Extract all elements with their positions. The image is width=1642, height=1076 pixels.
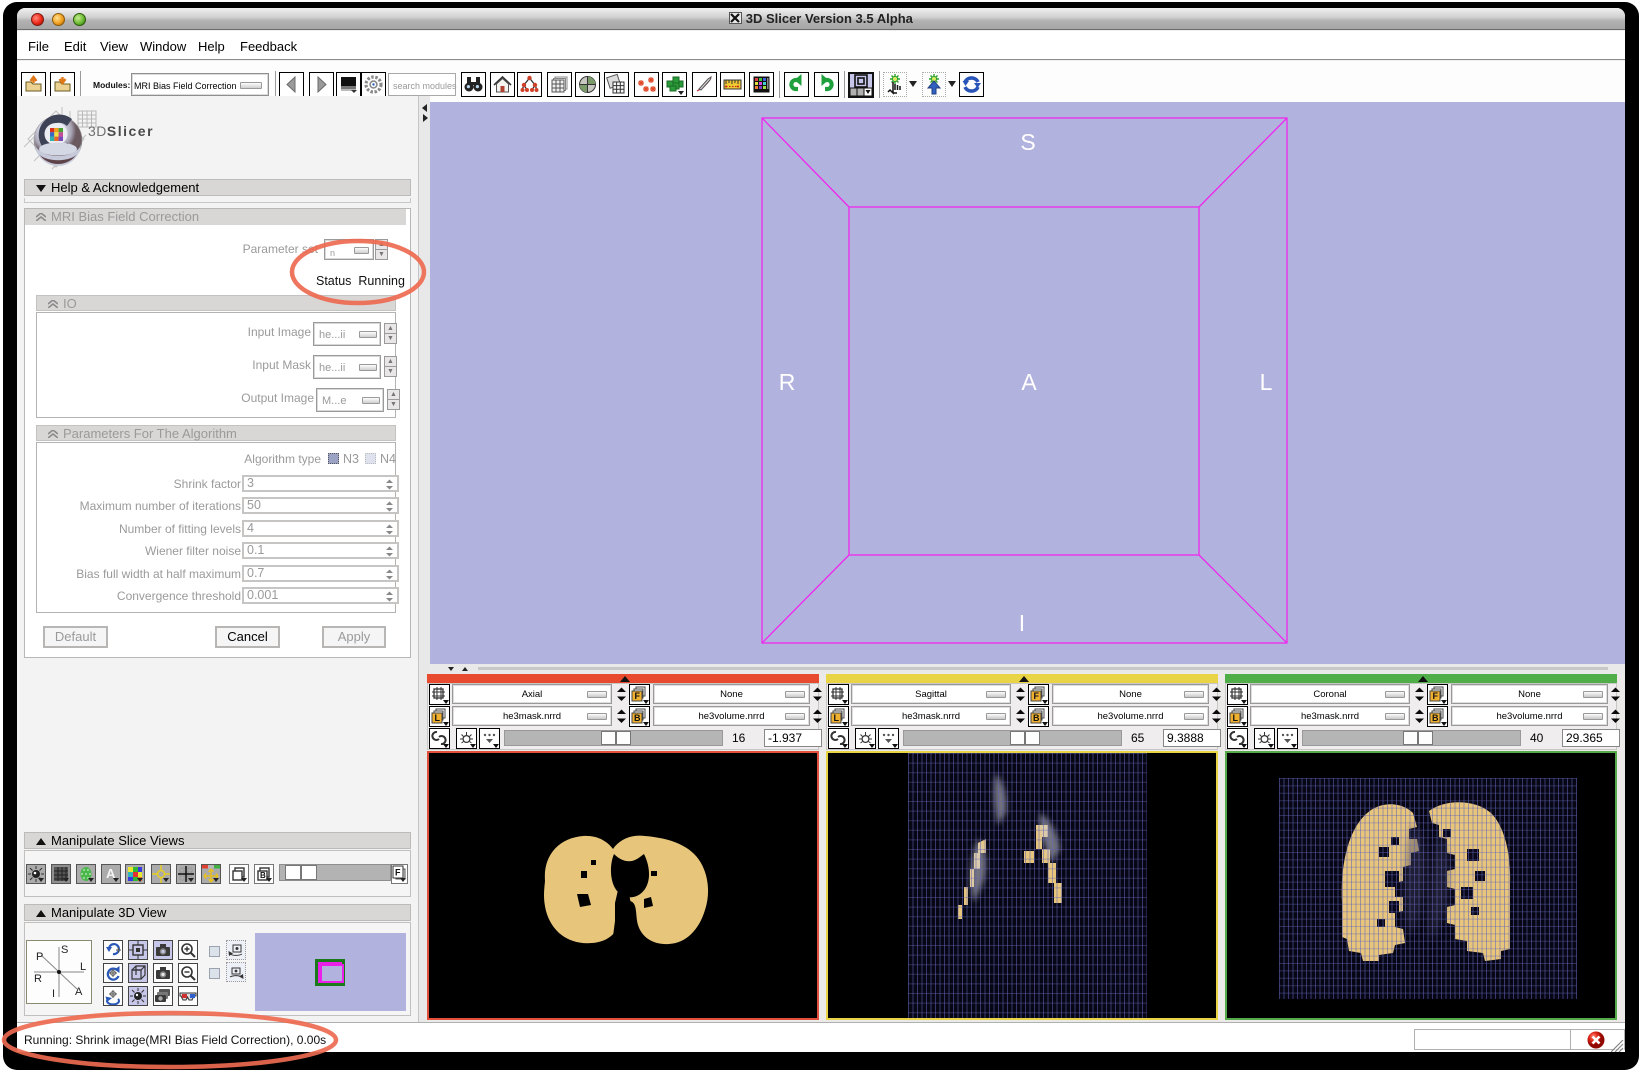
svg-text:R: R <box>779 369 796 395</box>
svg-text:L: L <box>435 713 441 723</box>
svg-text:L: L <box>1260 369 1273 395</box>
svg-text:S: S <box>61 944 68 956</box>
svg-text:L: L <box>80 961 86 973</box>
svg-text:A: A <box>75 986 83 998</box>
svg-text:P: P <box>36 951 43 963</box>
svg-text:L: L <box>834 713 840 723</box>
svg-text:B: B <box>1033 713 1040 723</box>
svg-text:L: L <box>1233 713 1239 723</box>
svg-text:B: B <box>634 713 641 723</box>
svg-text:I: I <box>52 988 55 1000</box>
svg-text:S: S <box>1020 129 1035 155</box>
svg-text:B: B <box>1432 713 1439 723</box>
svg-text:F: F <box>1433 691 1439 701</box>
svg-text:F: F <box>395 868 401 878</box>
svg-text:B: B <box>260 871 266 880</box>
svg-text:I: I <box>1019 610 1025 636</box>
svg-text:F: F <box>635 691 641 701</box>
svg-text:A: A <box>1021 369 1037 395</box>
svg-text:R: R <box>34 973 42 985</box>
svg-text:F: F <box>1034 691 1040 701</box>
